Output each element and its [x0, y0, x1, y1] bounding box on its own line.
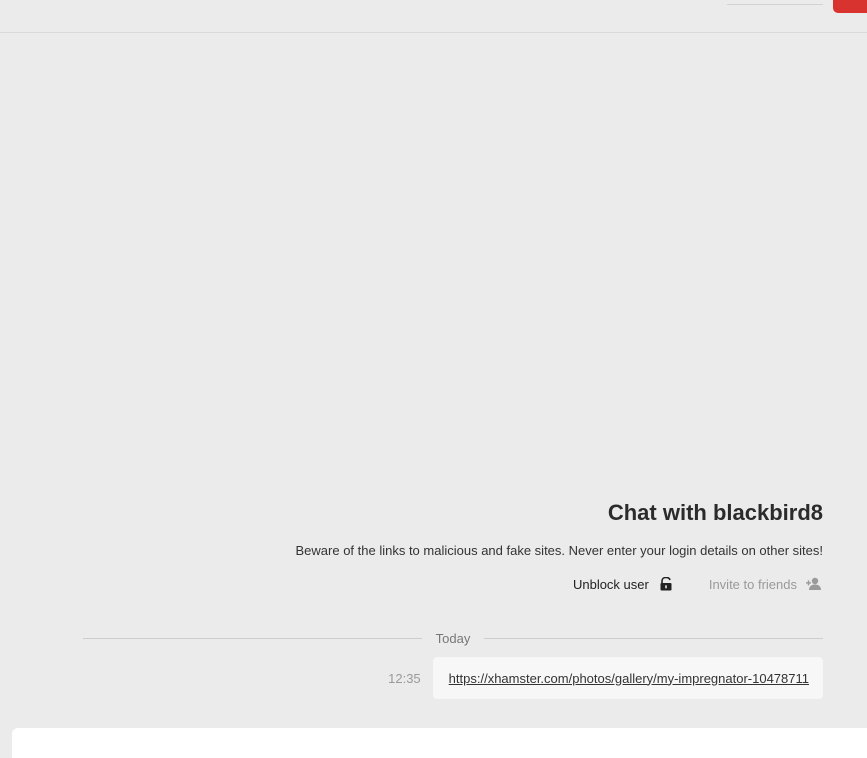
- divider-line: [484, 637, 824, 639]
- unblock-user-button[interactable]: Unblock user: [573, 576, 675, 592]
- security-warning: Beware of the links to malicious and fak…: [295, 543, 824, 558]
- message-time: 12:35: [388, 670, 421, 686]
- chat-header: Chat with blackbird8: [608, 500, 823, 526]
- add-user-icon: [805, 576, 823, 592]
- divider-line: [83, 637, 422, 639]
- chat-title: Chat with blackbird8: [607, 500, 823, 525]
- close-button[interactable]: [833, 0, 867, 13]
- message-row: https://xhamster.com/photos/gallery/my-i…: [388, 657, 823, 699]
- top-bar: [0, 0, 867, 33]
- date-label: Today: [435, 630, 471, 646]
- topbar-divider: [727, 4, 823, 5]
- invite-to-friends-label: Invite to friends: [708, 576, 797, 592]
- date-divider: Today: [83, 629, 824, 647]
- unlock-icon: [657, 576, 675, 592]
- invite-to-friends-button[interactable]: Invite to friends: [709, 576, 823, 592]
- message-composer[interactable]: [12, 728, 867, 758]
- unblock-user-label: Unblock user: [572, 576, 649, 592]
- message-link[interactable]: https://xhamster.com/photos/gallery/my-i…: [449, 671, 809, 686]
- message-bubble: https://xhamster.com/photos/gallery/my-i…: [432, 657, 823, 699]
- chat-actions: Invite to friends Unblock user: [573, 576, 823, 592]
